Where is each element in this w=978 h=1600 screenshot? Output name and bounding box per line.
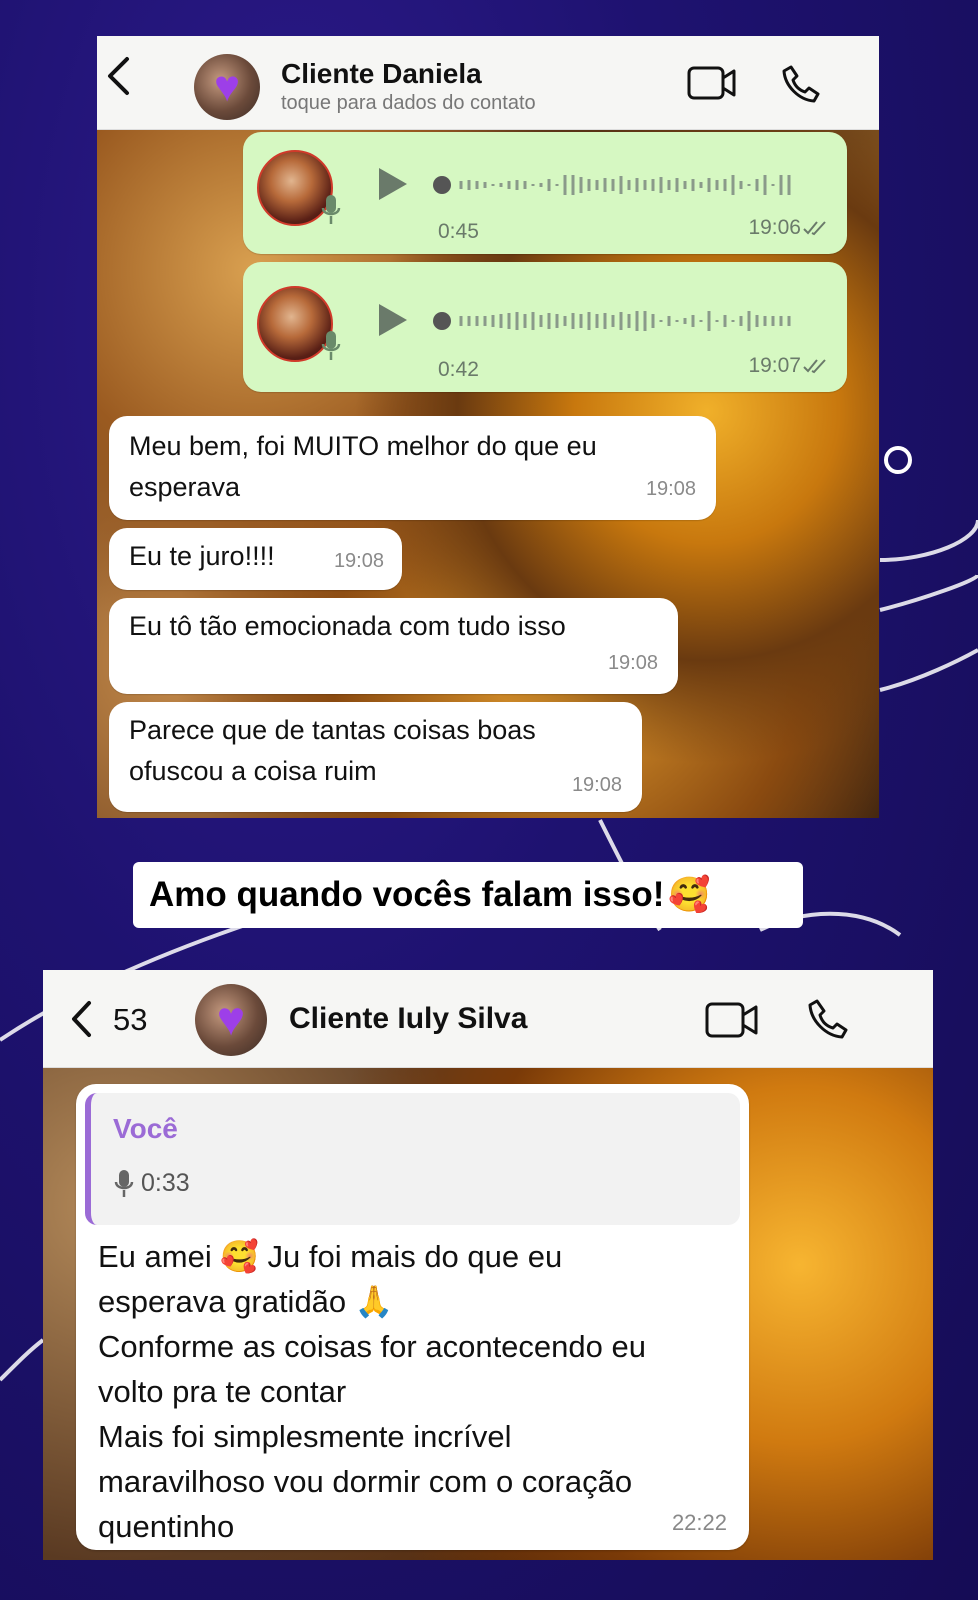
- purple-heart-icon: ♥: [216, 993, 246, 1046]
- message-line: Conforme as coisas for acontecendo eu: [98, 1329, 646, 1364]
- contact-name[interactable]: Cliente Daniela: [281, 58, 482, 90]
- message-line: Mais foi simplesmente incrível: [98, 1419, 512, 1454]
- message-time: 19:06: [748, 216, 801, 239]
- contact-subtitle[interactable]: toque para dados do contato: [281, 92, 536, 115]
- quoted-voice-message[interactable]: Você 0:33: [85, 1093, 740, 1225]
- message-time: 19:08: [645, 478, 696, 500]
- message-line: Meu bem, foi MUITO melhor do que eu: [129, 431, 597, 461]
- contact-avatar[interactable]: ♥: [195, 984, 267, 1056]
- audio-waveform[interactable]: [433, 170, 813, 200]
- message-line: Parece que de tantas coisas boas: [129, 715, 536, 745]
- chat-screenshot-iuly: 53 ♥ Cliente Iuly Silva Você 0:33 Eu ame…: [43, 970, 933, 1560]
- message-time: 19:08: [333, 550, 384, 572]
- audio-waveform[interactable]: [433, 306, 813, 336]
- play-icon[interactable]: [376, 166, 410, 207]
- incoming-message[interactable]: Eu te juro!!!! 19:08: [109, 528, 402, 590]
- quote-duration: 0:33: [141, 1169, 190, 1197]
- message-body: Eu amei 🥰 Ju foi mais do que eu esperava…: [98, 1234, 738, 1549]
- video-camera-icon[interactable]: [705, 1002, 759, 1043]
- message-time: 22:22: [671, 1510, 727, 1535]
- unread-count[interactable]: 53: [113, 1002, 147, 1038]
- message-line: Eu te juro!!!!: [129, 541, 275, 571]
- microphone-icon: [113, 1169, 135, 1204]
- message-line: maravilhoso vou dormir com o coração: [98, 1464, 633, 1499]
- message-line: Eu amei 🥰 Ju foi mais do que eu: [98, 1239, 563, 1274]
- message-line: Eu tô tão emocionada com tudo isso: [129, 611, 566, 641]
- smiling-hearts-emoji: 🥰: [668, 876, 711, 914]
- play-icon[interactable]: [376, 302, 410, 343]
- contact-avatar[interactable]: ♥: [194, 54, 260, 120]
- microphone-icon: [321, 194, 341, 231]
- message-line: esperava gratidão 🙏: [98, 1284, 394, 1319]
- purple-heart-icon: ♥: [213, 62, 241, 111]
- voice-message[interactable]: 0:42 19:07: [243, 262, 847, 392]
- chat-header: ♥ Cliente Daniela toque para dados do co…: [97, 36, 879, 130]
- message-line: quentinho: [98, 1509, 235, 1544]
- message-time: 19:08: [607, 652, 658, 674]
- incoming-message[interactable]: Meu bem, foi MUITO melhor do que eu espe…: [109, 416, 716, 520]
- chat-screenshot-daniela: ♥ Cliente Daniela toque para dados do co…: [97, 36, 879, 818]
- incoming-message[interactable]: Parece que de tantas coisas boas ofuscou…: [109, 702, 642, 812]
- caption-banner: Amo quando vocês falam isso! 🥰: [133, 862, 803, 928]
- message-time: 19:08: [571, 774, 622, 796]
- voice-duration: 0:45: [438, 220, 479, 243]
- contact-name[interactable]: Cliente Iuly Silva: [289, 1002, 527, 1036]
- voice-duration: 0:42: [438, 358, 479, 381]
- incoming-reply-message[interactable]: Você 0:33 Eu amei 🥰 Ju foi mais do que e…: [76, 1084, 749, 1550]
- double-check-icon: [803, 220, 829, 241]
- caption-text: Amo quando vocês falam isso!: [149, 875, 665, 914]
- back-chevron-icon[interactable]: [69, 1000, 93, 1043]
- double-check-icon: [803, 358, 829, 379]
- message-line: ofuscou a coisa ruim: [129, 756, 377, 786]
- video-camera-icon[interactable]: [687, 66, 737, 105]
- phone-icon[interactable]: [807, 998, 849, 1045]
- message-line: volto pra te contar: [98, 1374, 347, 1409]
- back-chevron-icon[interactable]: [105, 56, 131, 106]
- quote-author: Você: [113, 1113, 178, 1144]
- message-time: 19:07: [748, 354, 801, 377]
- message-line: esperava: [129, 472, 241, 502]
- incoming-message[interactable]: Eu tô tão emocionada com tudo isso 19:08: [109, 598, 678, 694]
- voice-message[interactable]: 0:45 19:06: [243, 132, 847, 254]
- phone-icon[interactable]: [781, 64, 821, 109]
- chat-header: 53 ♥ Cliente Iuly Silva: [43, 970, 933, 1068]
- microphone-icon: [321, 330, 341, 367]
